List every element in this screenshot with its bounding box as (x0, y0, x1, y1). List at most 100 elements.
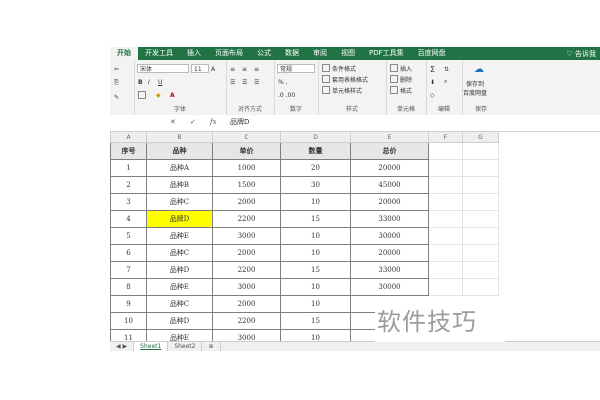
sheet-nav-icon[interactable]: ◀ ▶ (110, 342, 135, 351)
empty-cell[interactable] (428, 193, 463, 211)
cell[interactable]: 品种D (146, 312, 213, 330)
column-header[interactable]: B (146, 131, 213, 143)
underline-button[interactable]: U (158, 77, 162, 87)
increase-font-icon[interactable]: A (211, 64, 215, 74)
cell[interactable]: 2000 (212, 295, 281, 313)
fill-color-icon[interactable]: ◆ (156, 90, 161, 100)
cell[interactable]: 2200 (212, 312, 281, 330)
delete-button[interactable]: 删除 (390, 74, 412, 84)
cell[interactable]: 20000 (350, 244, 429, 262)
column-header[interactable]: G (462, 131, 499, 143)
header-cell[interactable]: 序号 (110, 142, 147, 160)
sort-filter-icon[interactable]: ⇅ (444, 64, 449, 74)
empty-cell[interactable] (428, 142, 463, 160)
tab-home[interactable]: 开始 (110, 47, 138, 60)
table-format-button[interactable]: 套用表格格式 (322, 74, 368, 84)
align-top-icon[interactable]: ≡ (230, 64, 235, 74)
empty-cell[interactable] (462, 193, 499, 211)
cell[interactable]: 45000 (350, 176, 429, 194)
cell[interactable]: 10 (280, 295, 351, 313)
cell[interactable]: 1 (110, 159, 147, 177)
column-header[interactable]: E (350, 131, 429, 143)
decimal-icon[interactable]: .0 .00 (278, 90, 295, 100)
cell[interactable]: 10 (280, 244, 351, 262)
header-cell[interactable]: 单价 (212, 142, 281, 160)
empty-cell[interactable] (462, 210, 499, 228)
cell[interactable]: 2000 (212, 193, 281, 211)
empty-cell[interactable] (462, 244, 499, 262)
empty-cell[interactable] (428, 176, 463, 194)
border-icon[interactable] (138, 90, 148, 100)
bold-button[interactable]: B (138, 77, 143, 87)
align-left-icon[interactable]: ☰ (230, 77, 235, 87)
cell[interactable]: 2000 (212, 244, 281, 262)
empty-cell[interactable] (462, 176, 499, 194)
tab-insert[interactable]: 插入 (180, 47, 208, 60)
tab-developer[interactable]: 开发工具 (138, 47, 180, 60)
cell[interactable]: 10 (280, 278, 351, 296)
cell-style-button[interactable]: 单元格样式 (322, 85, 362, 95)
empty-cell[interactable] (462, 227, 499, 245)
number-format-select[interactable]: 常规 (277, 64, 315, 73)
header-cell[interactable]: 总价 (350, 142, 429, 160)
tab-view[interactable]: 视图 (334, 47, 362, 60)
cell[interactable]: 品种E (146, 227, 213, 245)
cell[interactable]: 3 (110, 193, 147, 211)
confirm-icon[interactable]: ✓ (190, 118, 196, 126)
formula-input[interactable]: 品牌D (230, 116, 249, 129)
empty-cell[interactable] (428, 244, 463, 262)
tab-formulas[interactable]: 公式 (250, 47, 278, 60)
tab-pdf-tools[interactable]: PDF工具集 (362, 47, 411, 60)
cell[interactable]: 9 (110, 295, 147, 313)
empty-cell[interactable] (462, 278, 499, 296)
cell[interactable]: 6 (110, 244, 147, 262)
cell[interactable]: 15 (280, 210, 351, 228)
tab-review[interactable]: 审阅 (306, 47, 334, 60)
empty-cell[interactable] (428, 278, 463, 296)
find-icon[interactable]: ⌕ (444, 77, 447, 87)
align-right-icon[interactable]: ☰ (254, 77, 259, 87)
cell[interactable]: 品种C (146, 295, 213, 313)
cell[interactable]: 1500 (212, 176, 281, 194)
empty-cell[interactable] (428, 159, 463, 177)
cell[interactable]: 7 (110, 261, 147, 279)
cut-icon[interactable]: ✂ (114, 64, 119, 74)
sheet-tab-sheet1[interactable]: Sheet1 (134, 342, 169, 351)
function-icon[interactable]: fx (210, 118, 217, 126)
cell[interactable]: 10 (280, 227, 351, 245)
insert-button[interactable]: 插入 (390, 63, 412, 73)
copy-icon[interactable]: ⎘ (114, 78, 119, 88)
cell[interactable]: 品种B (146, 176, 213, 194)
cell[interactable]: 30000 (350, 227, 429, 245)
empty-cell[interactable] (462, 261, 499, 279)
cell[interactable]: 10 (280, 193, 351, 211)
cell[interactable]: 品种C (146, 193, 213, 211)
cell[interactable]: 3000 (212, 227, 281, 245)
tab-baidu-netdisk[interactable]: 百度网盘 (411, 47, 453, 60)
empty-cell[interactable] (462, 159, 499, 177)
italic-button[interactable]: I (148, 77, 150, 87)
column-header[interactable]: F (428, 131, 463, 143)
cell[interactable]: 2200 (212, 210, 281, 228)
autosum-icon[interactable]: Σ (430, 64, 435, 74)
align-middle-icon[interactable]: ≡ (242, 64, 247, 74)
cell[interactable]: 20 (280, 159, 351, 177)
cell[interactable]: 2 (110, 176, 147, 194)
fill-icon[interactable]: ⬇ (430, 77, 435, 87)
column-header[interactable]: A (110, 131, 147, 143)
cell[interactable]: 10 (110, 312, 147, 330)
sheet-tab-sheet2[interactable]: Sheet2 (168, 342, 203, 351)
empty-cell[interactable] (462, 142, 499, 160)
add-sheet-icon[interactable]: ⊕ (202, 342, 221, 351)
selected-cell[interactable]: 品牌D (146, 210, 213, 228)
empty-cell[interactable] (428, 227, 463, 245)
cell[interactable]: 5 (110, 227, 147, 245)
conditional-format-button[interactable]: 条件格式 (322, 63, 356, 73)
header-cell[interactable]: 品种 (146, 142, 213, 160)
column-header[interactable]: D (280, 131, 351, 143)
cell[interactable]: 20000 (350, 193, 429, 211)
cell[interactable]: 33000 (350, 261, 429, 279)
cell[interactable]: 品种D (146, 261, 213, 279)
cell[interactable]: 30 (280, 176, 351, 194)
cell[interactable]: 2200 (212, 261, 281, 279)
